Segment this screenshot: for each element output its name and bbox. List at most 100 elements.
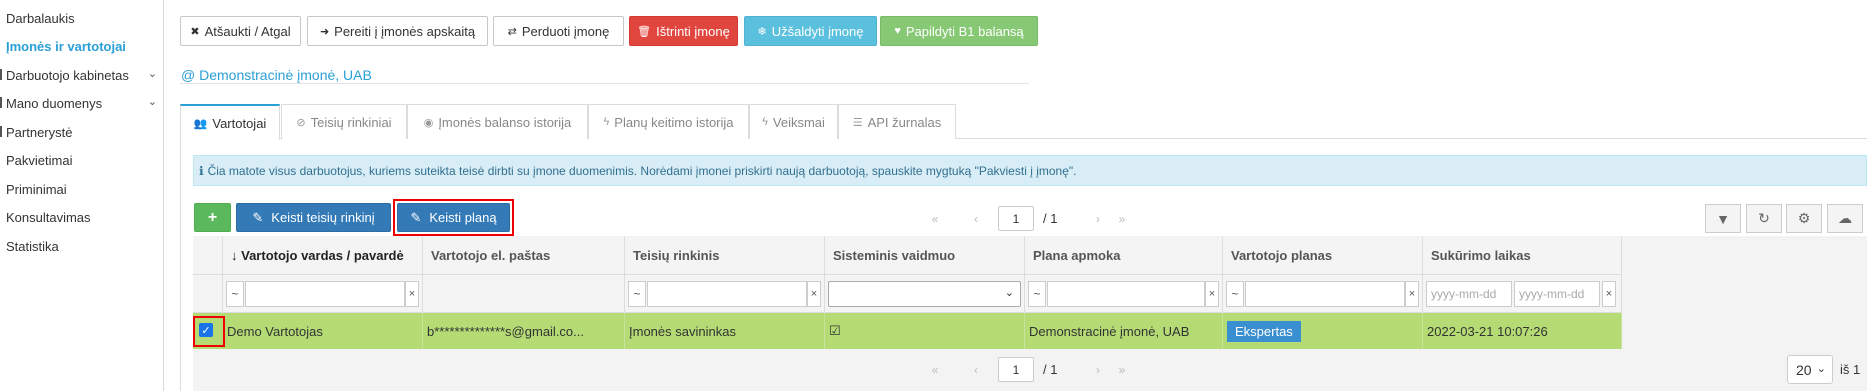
refresh-icon: ↻ — [1758, 210, 1770, 226]
tab-plan-history[interactable]: ϟ Planų keitimo istorija — [588, 104, 749, 139]
highlight-box — [193, 316, 225, 347]
divider — [180, 83, 1029, 84]
cell-name: Demo Vartotojas — [223, 313, 423, 349]
sort-arrow-icon: ↓ — [231, 248, 238, 263]
col-header-label: Sisteminis vaidmuo — [833, 248, 956, 263]
gear-icon: ⚙ — [1797, 210, 1811, 226]
tab-api-log[interactable]: ☰ API žurnalas — [838, 104, 956, 139]
filter-date-to-input[interactable]: yyyy-mm-dd — [1514, 281, 1600, 307]
pager-last-button[interactable]: » — [1104, 206, 1140, 231]
pager-page-input[interactable]: 1 — [998, 206, 1034, 231]
sidebar-item-label: Įmonės ir vartotojai — [6, 38, 126, 54]
transfer-company-button[interactable]: ⇄ Perduoti įmonę — [493, 16, 624, 46]
sidebar-item-label: Darbalaukis — [6, 10, 75, 26]
menu-marker-icon — [0, 97, 2, 108]
change-rights-button[interactable]: ✎ Keisti teisių rinkinį — [236, 203, 391, 232]
tab-label: Teisių rinkiniai — [310, 114, 392, 130]
goto-accounting-button[interactable]: ➜ Pereiti į įmonės apskaitą — [307, 16, 488, 46]
filter-clear-button[interactable]: × — [1405, 281, 1419, 307]
col-header-name[interactable]: ↓ Vartotojo vardas / pavardė — [223, 237, 423, 275]
change-rights-label: Keisti teisių rinkinį — [271, 210, 375, 225]
filter-clear-button[interactable]: × — [807, 281, 821, 307]
pager-first-button[interactable]: « — [917, 206, 953, 231]
back-button[interactable]: ✖ Atšaukti / Atgal — [180, 16, 301, 46]
pager-prev-button[interactable]: ‹ — [958, 357, 994, 382]
filter-clear-button[interactable]: × — [405, 281, 419, 307]
col-header-rights[interactable]: Teisių rinkinis — [625, 237, 825, 275]
filter-date-from-input[interactable]: yyyy-mm-dd — [1426, 281, 1512, 307]
pager-last-button[interactable]: » — [1104, 357, 1140, 382]
filter-operator-button[interactable]: ~ — [226, 281, 244, 307]
col-header-payer[interactable]: Plana apmoka — [1025, 237, 1223, 275]
tab-label: API žurnalas — [867, 114, 942, 130]
filter-cell-name: ~ × — [223, 275, 423, 313]
filter-operator-button[interactable]: ~ — [1226, 281, 1244, 307]
pager-page-input[interactable]: 1 — [998, 357, 1034, 382]
filter-cell-payer: ~ × — [1025, 275, 1223, 313]
col-header-system-role[interactable]: Sisteminis vaidmuo — [825, 237, 1025, 275]
users-icon: 👥 — [193, 117, 208, 130]
filter-payer-input[interactable] — [1047, 281, 1205, 307]
chevron-down-icon: ⌄ — [1816, 363, 1826, 375]
export-button[interactable]: ☁ — [1827, 204, 1863, 233]
menu-marker-icon — [0, 69, 2, 80]
col-header-label: Vartotojo el. paštas — [431, 248, 551, 263]
settings-button[interactable]: ⚙ — [1786, 204, 1822, 233]
company-link[interactable]: @ Demonstracinė įmonė, UAB — [181, 67, 372, 83]
chevron-down-icon: ⌄ — [147, 68, 157, 80]
select-all-header[interactable] — [193, 237, 223, 275]
freeze-company-button[interactable]: ❄ Užšaldyti įmonę — [744, 16, 877, 46]
filter-clear-button[interactable]: × — [1602, 281, 1616, 307]
page-count-label: iš 1 — [1840, 362, 1861, 377]
tab-rights-sets[interactable]: ⊘ Teisių rinkiniai — [281, 104, 407, 139]
tab-actions[interactable]: ϟ Veiksmai — [749, 104, 838, 139]
col-header-email[interactable]: Vartotojo el. paštas — [423, 237, 625, 275]
pencil-icon: ✎ — [252, 209, 264, 225]
sidebar-item-label: Pakvietimai — [6, 152, 73, 168]
page-size-select[interactable]: 20 ⌄ — [1787, 355, 1833, 384]
sidebar-item-label: Priminimai — [6, 181, 67, 197]
refresh-button[interactable]: ↻ — [1746, 204, 1782, 233]
plan-badge: Ekspertas — [1227, 320, 1301, 342]
pager-total: / 1 — [1043, 362, 1058, 377]
info-icon: ℹ — [199, 163, 204, 178]
topup-balance-button[interactable]: ♥ Papildyti B1 balansą — [880, 16, 1038, 46]
filter-operator-button[interactable]: ~ — [1028, 281, 1046, 307]
sidebar-item-label: Partnerystė — [6, 124, 73, 140]
eye-icon: ◉ — [423, 116, 434, 129]
filter-operator-button[interactable]: ~ — [628, 281, 646, 307]
delete-company-button[interactable]: 🗑 Ištrinti įmonę — [629, 16, 738, 46]
bolt-icon: ϟ — [603, 116, 610, 128]
col-header-label: Vartotojo vardas / pavardė — [241, 248, 404, 263]
filter-plan-input[interactable] — [1245, 281, 1405, 307]
highlight-box — [393, 199, 514, 236]
filter-system-role-select[interactable]: ⌄ — [828, 281, 1021, 307]
sidebar-item-statistics[interactable]: Statistika — [0, 229, 163, 263]
filter-cell-email — [423, 275, 625, 313]
pager-prev-button[interactable]: ‹ — [958, 206, 994, 231]
filter-cell-rights: ~ × — [625, 275, 825, 313]
cell-email: b**************s@gmail.co... — [423, 313, 625, 349]
filter-cell-system-role: ⌄ — [825, 275, 1025, 313]
col-header-plan[interactable]: Vartotojo planas — [1223, 237, 1423, 275]
col-header-label: Plana apmoka — [1033, 248, 1121, 263]
filter-button[interactable]: ▼ — [1705, 204, 1741, 233]
cell-system-role: ☑ — [825, 313, 1025, 349]
tab-label: Planų keitimo istorija — [614, 114, 734, 130]
topup-balance-label: Papildyti B1 balansą — [905, 23, 1024, 39]
close-icon: ✖ — [190, 25, 200, 38]
filter-clear-button[interactable]: × — [1205, 281, 1219, 307]
ban-icon: ⊘ — [296, 116, 306, 129]
add-user-button[interactable]: + — [194, 203, 231, 232]
filter-cell — [193, 275, 223, 313]
sidebar: Darbalaukis Įmonės ir vartotojai Darbuot… — [0, 0, 164, 391]
heart-icon: ♥ — [894, 25, 901, 37]
tab-balance-history[interactable]: ◉ Įmonės balanso istorija — [407, 104, 588, 139]
col-header-label: Sukūrimo laikas — [1431, 248, 1531, 263]
filter-name-input[interactable] — [245, 281, 405, 307]
col-header-created[interactable]: Sukūrimo laikas — [1423, 237, 1622, 275]
page-size-value: 20 — [1796, 361, 1812, 378]
tab-users[interactable]: 👥 Vartotojai — [180, 104, 280, 140]
filter-rights-input[interactable] — [647, 281, 807, 307]
pager-first-button[interactable]: « — [917, 357, 953, 382]
